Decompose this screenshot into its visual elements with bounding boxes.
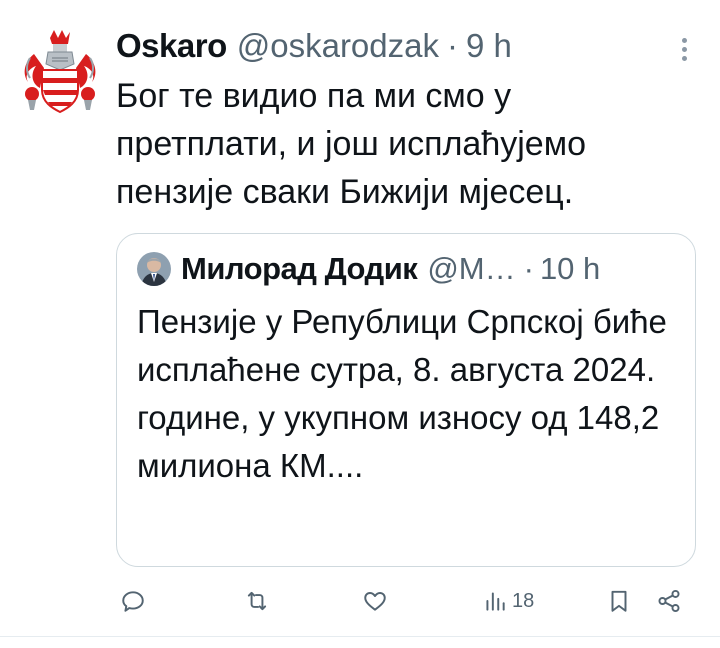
reply-icon <box>122 591 144 612</box>
bottom-divider <box>0 636 720 637</box>
quoted-author-handle[interactable]: @М… <box>427 248 515 290</box>
share-icon <box>658 589 680 613</box>
tweet-timestamp[interactable]: 9 h <box>466 24 512 68</box>
more-options-button[interactable] <box>674 34 694 64</box>
views-count: 18 <box>512 589 535 612</box>
bookmark-icon <box>611 590 627 612</box>
reply-button[interactable] <box>120 584 146 618</box>
author-handle[interactable]: @oskarodzak <box>237 24 439 68</box>
quoted-author-display-name[interactable]: Милорад Додик <box>181 248 418 290</box>
tweet-header: Oskaro @oskarodzak · 9 h <box>116 24 660 68</box>
views-icon <box>486 592 505 611</box>
views-button[interactable]: 18 <box>482 584 534 618</box>
quoted-tweet[interactable]: Милорад Додик @М… · 10 h Пензије у Репуб… <box>116 233 696 567</box>
quoted-header-separator: · <box>523 251 534 286</box>
coat-of-arms-icon[interactable] <box>20 28 100 114</box>
header-separator: · <box>447 27 458 64</box>
bookmark-button[interactable] <box>606 584 632 618</box>
author-display-name[interactable]: Oskaro <box>116 24 227 68</box>
quoted-author-avatar[interactable] <box>137 252 171 286</box>
tweet-actions-bar: 18 <box>116 584 696 618</box>
more-dot-icon <box>681 37 687 43</box>
quoted-tweet-timestamp[interactable]: 10 h <box>540 248 600 290</box>
more-dot-icon <box>681 55 687 61</box>
retweet-icon <box>247 591 267 611</box>
tweet-text: Бог те видио па ми смо у претплати, и јо… <box>116 77 586 211</box>
share-button[interactable] <box>656 584 682 618</box>
retweet-button[interactable] <box>244 584 270 618</box>
more-dot-icon <box>681 46 687 52</box>
quoted-tweet-text: Пензије у Републици Српској биће исплаће… <box>137 303 667 484</box>
like-button[interactable] <box>362 584 388 618</box>
quoted-tweet-header: Милорад Додик @М… · 10 h <box>137 248 675 290</box>
tweet[interactable]: Oskaro @oskarodzak · 9 h Бог те видио па… <box>0 0 720 648</box>
like-icon <box>364 592 386 611</box>
